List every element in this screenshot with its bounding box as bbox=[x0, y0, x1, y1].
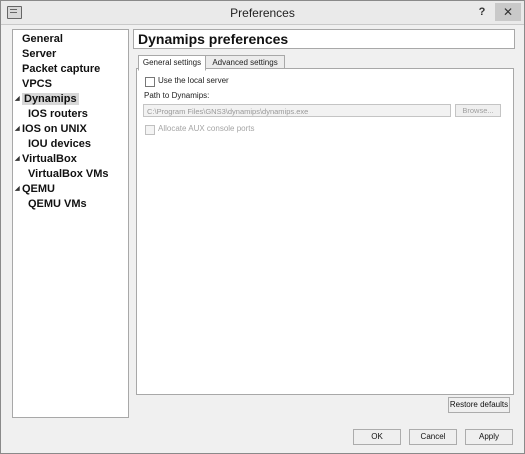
sidebar-item-ios-routers[interactable]: IOS routers bbox=[28, 107, 88, 122]
sidebar-item-virtualbox[interactable]: ◢ VirtualBox bbox=[15, 152, 77, 167]
sidebar-item-label: Packet capture bbox=[22, 63, 101, 75]
apply-button[interactable]: Apply bbox=[465, 429, 513, 445]
sidebar-item-virtualbox-vms[interactable]: VirtualBox VMs bbox=[28, 167, 109, 182]
sidebar-item-label: VirtualBox bbox=[22, 153, 77, 165]
sidebar-item-qemu-vms[interactable]: QEMU VMs bbox=[28, 197, 87, 212]
expand-arrow-icon[interactable]: ◢ bbox=[15, 122, 20, 137]
page-title: Dynamips preferences bbox=[138, 31, 289, 47]
sidebar-item-general[interactable]: General bbox=[22, 32, 63, 47]
ok-button[interactable]: OK bbox=[353, 429, 401, 445]
browse-button[interactable]: Browse... bbox=[455, 104, 501, 117]
sidebar-item-packet-capture[interactable]: Packet capture bbox=[22, 62, 100, 77]
title-bar: Preferences ? ✕ bbox=[1, 1, 524, 25]
allocate-aux-checkbox[interactable] bbox=[145, 125, 155, 135]
sidebar-item-label: Dynamips bbox=[22, 93, 79, 105]
sidebar-item-qemu[interactable]: ◢ QEMU bbox=[15, 182, 55, 197]
window-title: Preferences bbox=[230, 6, 295, 20]
sidebar-item-dynamips[interactable]: ◢ Dynamips bbox=[15, 92, 79, 107]
close-button[interactable]: ✕ bbox=[495, 3, 521, 21]
preferences-sidebar: General Server Packet capture VPCS ◢ Dyn… bbox=[12, 29, 129, 418]
sidebar-item-label: VPCS bbox=[22, 78, 52, 90]
sidebar-item-ios-on-unix[interactable]: ◢ IOS on UNIX bbox=[15, 122, 87, 137]
help-button[interactable]: ? bbox=[471, 4, 493, 20]
sidebar-item-label: VirtualBox VMs bbox=[28, 168, 109, 180]
sidebar-item-label: Server bbox=[22, 48, 57, 60]
general-settings-panel: Use the local server Path to Dynamips: C… bbox=[136, 68, 514, 395]
expand-arrow-icon[interactable]: ◢ bbox=[15, 182, 20, 197]
sidebar-item-label: QEMU VMs bbox=[28, 198, 87, 210]
use-local-server-checkbox[interactable] bbox=[145, 77, 155, 87]
dynamips-path-input[interactable]: C:\Program Files\GNS3\dynamips\dynamips.… bbox=[143, 104, 451, 117]
tab-general-settings[interactable]: General settings bbox=[138, 55, 206, 71]
sidebar-item-label: IOS on UNIX bbox=[22, 123, 87, 135]
sidebar-item-vpcs[interactable]: VPCS bbox=[22, 77, 52, 92]
sidebar-item-iou-devices[interactable]: IOU devices bbox=[28, 137, 91, 152]
sidebar-item-label: General bbox=[22, 33, 63, 45]
preferences-window: Preferences ? ✕ General Server Packet ca… bbox=[0, 0, 525, 454]
expand-arrow-icon[interactable]: ◢ bbox=[15, 152, 20, 167]
expand-arrow-icon[interactable]: ◢ bbox=[15, 92, 20, 107]
sidebar-item-label: IOS routers bbox=[28, 108, 88, 120]
cancel-button[interactable]: Cancel bbox=[409, 429, 457, 445]
restore-defaults-button[interactable]: Restore defaults bbox=[448, 397, 510, 413]
allocate-aux-label: Allocate AUX console ports bbox=[158, 124, 255, 133]
page-title-box: Dynamips preferences bbox=[133, 29, 515, 49]
sidebar-item-label: QEMU bbox=[22, 183, 55, 195]
sidebar-item-server[interactable]: Server bbox=[22, 47, 56, 62]
sidebar-item-label: IOU devices bbox=[28, 138, 91, 150]
path-label: Path to Dynamips: bbox=[144, 91, 210, 100]
use-local-server-label: Use the local server bbox=[158, 76, 229, 85]
